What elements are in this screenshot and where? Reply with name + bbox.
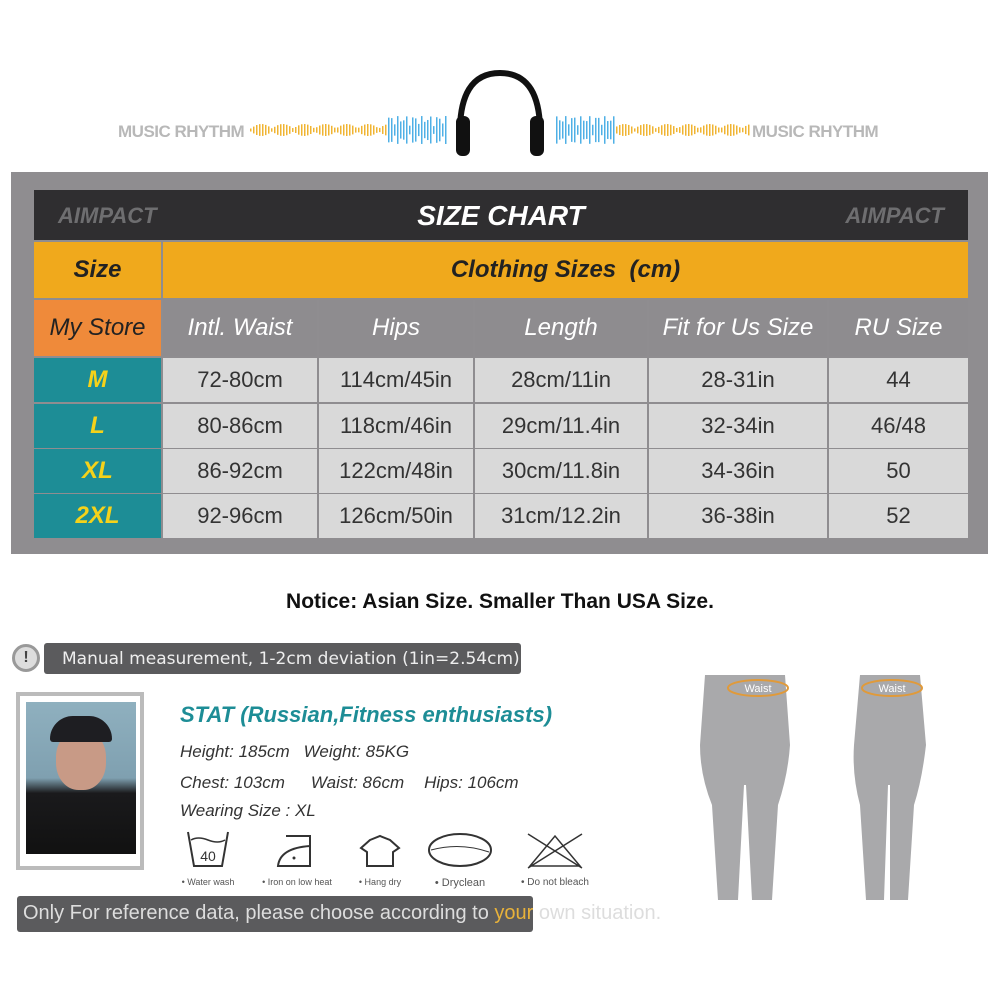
banner-right-text: MUSIC RHYTHM [752,122,879,141]
care-dryclean: • Dryclean [415,830,505,889]
warning-icon: ! [12,644,40,672]
dryclean-icon [428,833,492,867]
column-header: Hips [319,300,473,356]
weight: Weight: 85KG [303,742,410,761]
row-size-label: L [34,404,161,448]
waist-label-back: Waist [744,683,771,695]
reference-text: Only For reference data, please choose a… [23,902,495,924]
brand-logo-right: AIMPACT [845,203,944,228]
my-store-header: My Store [34,300,161,356]
hips: Hips: 106cm [424,773,519,792]
table-cell: 31cm/12.2in [475,494,647,538]
table-cell: 29cm/11.4in [475,404,647,448]
row-size-label: 2XL [34,494,161,538]
table-cell: 126cm/50in [319,494,473,538]
body-figures: Waist Waist [700,675,926,900]
care-label: • Do not bleach [521,877,589,888]
hang-dry-icon [359,834,401,867]
care-iron: • Iron on low heat [252,830,342,887]
table-cell: 86-92cm [163,449,317,493]
table-cell: 44 [829,358,968,402]
row-size-label: M [34,358,161,402]
clothing-sizes-header: Clothing Sizes (cm) [163,242,968,298]
table-cell: 28cm/11in [475,358,647,402]
table-cell: 52 [829,494,968,538]
wearing-size: Wearing Size : XL [180,801,316,820]
table-cell: 32-34in [649,404,827,448]
waist: Waist: 86cm [310,773,405,792]
notice-text: Notice: Asian Size. Smaller Than USA Siz… [286,590,714,613]
care-label: • Hang dry [358,877,402,887]
no-bleach-icon [527,833,583,869]
reference-text-end: own situation. [533,902,662,924]
wash-40-icon: 40 [187,831,229,867]
table-cell: 50 [829,449,968,493]
headphones-icon [456,69,544,156]
size-chart-titlebar: AIMPACT SIZE CHART AIMPACT [34,190,968,240]
figure-front [853,675,926,900]
column-header: RU Size [829,300,968,356]
reference-note: Only For reference data, please choose a… [17,896,661,932]
table-cell: 72-80cm [163,358,317,402]
table-cell: 46/48 [829,404,968,448]
size-header: Size [34,242,161,298]
banner-left-text: MUSIC RHYTHM [118,122,245,141]
column-header: Length [475,300,647,356]
wash-temp: 40 [200,848,216,864]
care-label: • Dryclean [434,877,486,889]
table-cell: 114cm/45in [319,358,473,402]
row-size-label: XL [34,449,161,493]
care-water-wash: 40 • Water wash [163,830,253,887]
figure-back [700,675,790,900]
table-cell: 118cm/46in [319,404,473,448]
reference-highlight: your [494,902,534,924]
model-photo [26,702,136,854]
column-header: Intl. Waist [163,300,317,356]
table-cell: 30cm/11.8in [475,449,647,493]
iron-low-icon [276,835,311,867]
model-title: STAT (Russian,Fitness enthusiasts) [180,702,553,727]
care-no-bleach: • Do not bleach [510,830,600,888]
measurement-note: Manual measurement, 1-2cm deviation (1in… [44,643,521,674]
care-hang-dry: • Hang dry [335,830,425,887]
height: Height: 185cm [180,742,290,761]
table-cell: 28-31in [649,358,827,402]
table-cell: 34-36in [649,449,827,493]
care-label: • Water wash [181,877,235,887]
care-label: • Iron on low heat [262,877,332,887]
table-cell: 122cm/48in [319,449,473,493]
model-line-1: Height: 185cm Weight: 85KG [180,742,409,762]
table-cell: 80-86cm [163,404,317,448]
chest: Chest: 103cm [180,773,285,792]
table-cell: 92-96cm [163,494,317,538]
column-header: Fit for Us Size [649,300,827,356]
size-chart-title: SIZE CHART [417,200,585,231]
waist-label-front: Waist [878,683,905,695]
table-cell: 36-38in [649,494,827,538]
model-line-2: Chest: 103cm Waist: 86cm Hips: 106cm [180,773,519,793]
